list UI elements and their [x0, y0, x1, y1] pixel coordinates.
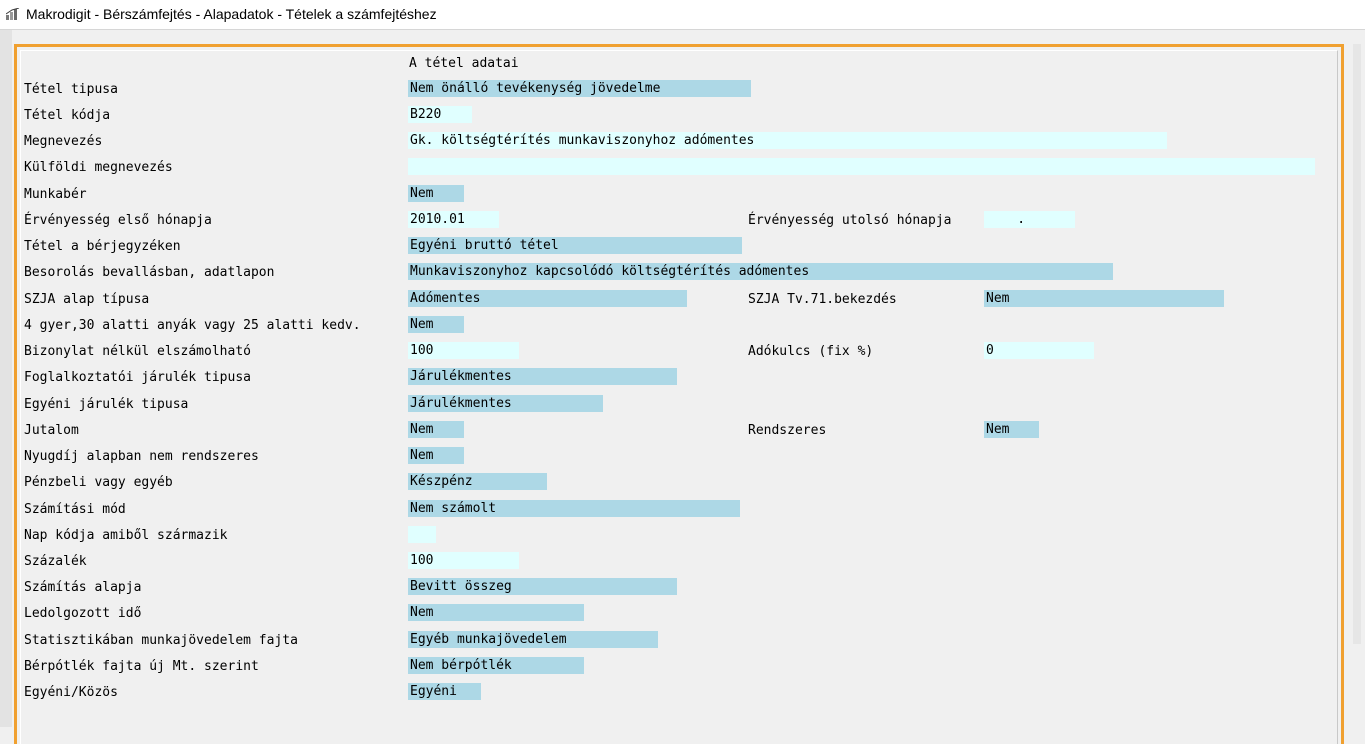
- label-wage-supplement: Bérpótlék fajta új Mt. szerint: [24, 659, 259, 674]
- field-cash-or-other[interactable]: Készpénz: [408, 473, 547, 490]
- label-item-code: Tétel kódja: [24, 108, 111, 123]
- label-day-code: Nap kódja amiből származik: [24, 528, 228, 543]
- section-heading: A tétel adatai: [409, 56, 519, 71]
- field-no-receipt[interactable]: 100: [408, 342, 519, 359]
- label-szja-base-type: SZJA alap típusa: [24, 292, 150, 307]
- label-payslip-item: Tétel a bérjegyzéken: [24, 239, 181, 254]
- title-bar: Makrodigit - Bérszámfejtés - Alapadatok …: [0, 0, 1365, 30]
- label-mothers-discount: 4 gyer,30 alatti anyák vagy 25 alatti ke…: [24, 318, 361, 333]
- field-calc-base[interactable]: Bevitt összeg: [408, 578, 677, 595]
- field-worked-time[interactable]: Nem: [408, 604, 584, 621]
- label-valid-first-month: Érvényesség első hónapja: [24, 213, 212, 228]
- field-szja-base-type[interactable]: Adómentes: [408, 290, 687, 307]
- field-calc-mode[interactable]: Nem számolt: [408, 500, 740, 517]
- label-percent: Százalék: [24, 554, 87, 569]
- field-employer-contribution[interactable]: Járulékmentes: [408, 368, 677, 385]
- field-percent[interactable]: 100: [408, 552, 519, 569]
- label-classification: Besorolás bevallásban, adatlapon: [24, 265, 275, 280]
- label-valid-last-month: Érvényesség utolsó hónapja: [748, 213, 952, 228]
- label-regular: Rendszeres: [748, 423, 827, 438]
- label-cash-or-other: Pénzbeli vagy egyéb: [24, 475, 173, 490]
- field-valid-last-month[interactable]: .: [984, 211, 1075, 228]
- label-no-receipt: Bizonylat nélkül elszámolható: [24, 344, 251, 359]
- app-icon: [6, 8, 20, 20]
- field-mothers-discount[interactable]: Nem: [408, 316, 464, 333]
- field-payslip-item[interactable]: Egyéni bruttó tétel: [408, 237, 742, 254]
- label-item-type: Tétel tipusa: [24, 82, 118, 97]
- field-pension-irregular[interactable]: Nem: [408, 447, 464, 464]
- field-individual-joint[interactable]: Egyéni: [408, 683, 481, 700]
- label-tax-rate: Adókulcs (fix %): [748, 344, 874, 359]
- label-szja-paragraph: SZJA Tv.71.bekezdés: [748, 292, 897, 307]
- field-bonus[interactable]: Nem: [408, 421, 464, 438]
- scrollbar-track[interactable]: [1353, 44, 1361, 644]
- label-employee-contribution: Egyéni járulék tipusa: [24, 397, 189, 412]
- label-name: Megnevezés: [24, 134, 103, 149]
- field-foreign-name[interactable]: [408, 158, 1315, 175]
- field-wage[interactable]: Nem: [408, 185, 464, 202]
- label-individual-joint: Egyéni/Közös: [24, 685, 118, 700]
- field-statistics-income[interactable]: Egyéb munkajövedelem: [408, 631, 658, 648]
- field-classification[interactable]: Munkaviszonyhoz kapcsolódó költségtéríté…: [408, 263, 1113, 280]
- window-title: Makrodigit - Bérszámfejtés - Alapadatok …: [26, 6, 437, 22]
- field-item-type[interactable]: Nem önálló tevékenység jövedelme: [408, 80, 751, 97]
- label-wage: Munkabér: [24, 187, 87, 202]
- label-pension-irregular: Nyugdíj alapban nem rendszeres: [24, 449, 259, 464]
- label-calc-mode: Számítási mód: [24, 502, 126, 517]
- label-employer-contribution: Foglalkoztatói járulék tipusa: [24, 370, 251, 385]
- field-wage-supplement[interactable]: Nem bérpótlék: [408, 657, 584, 674]
- label-bonus: Jutalom: [24, 423, 79, 438]
- right-scroll-area[interactable]: [1349, 30, 1365, 727]
- field-regular[interactable]: Nem: [984, 421, 1039, 438]
- field-szja-paragraph[interactable]: Nem: [984, 290, 1224, 307]
- field-employee-contribution[interactable]: Járulékmentes: [408, 395, 603, 412]
- field-day-code[interactable]: [408, 526, 436, 543]
- label-foreign-name: Külföldi megnevezés: [24, 160, 173, 175]
- field-tax-rate[interactable]: 0: [984, 342, 1094, 359]
- label-worked-time: Ledolgozott idő: [24, 606, 142, 621]
- label-statistics-income: Statisztikában munkajövedelem fajta: [24, 633, 298, 648]
- field-name[interactable]: Gk. költségtérítés munkaviszonyhoz adóme…: [408, 132, 1167, 149]
- label-calc-base: Számítás alapja: [24, 580, 142, 595]
- field-valid-first-month[interactable]: 2010.01: [408, 211, 499, 228]
- left-strip: [0, 30, 12, 727]
- field-item-code[interactable]: B220: [408, 106, 472, 123]
